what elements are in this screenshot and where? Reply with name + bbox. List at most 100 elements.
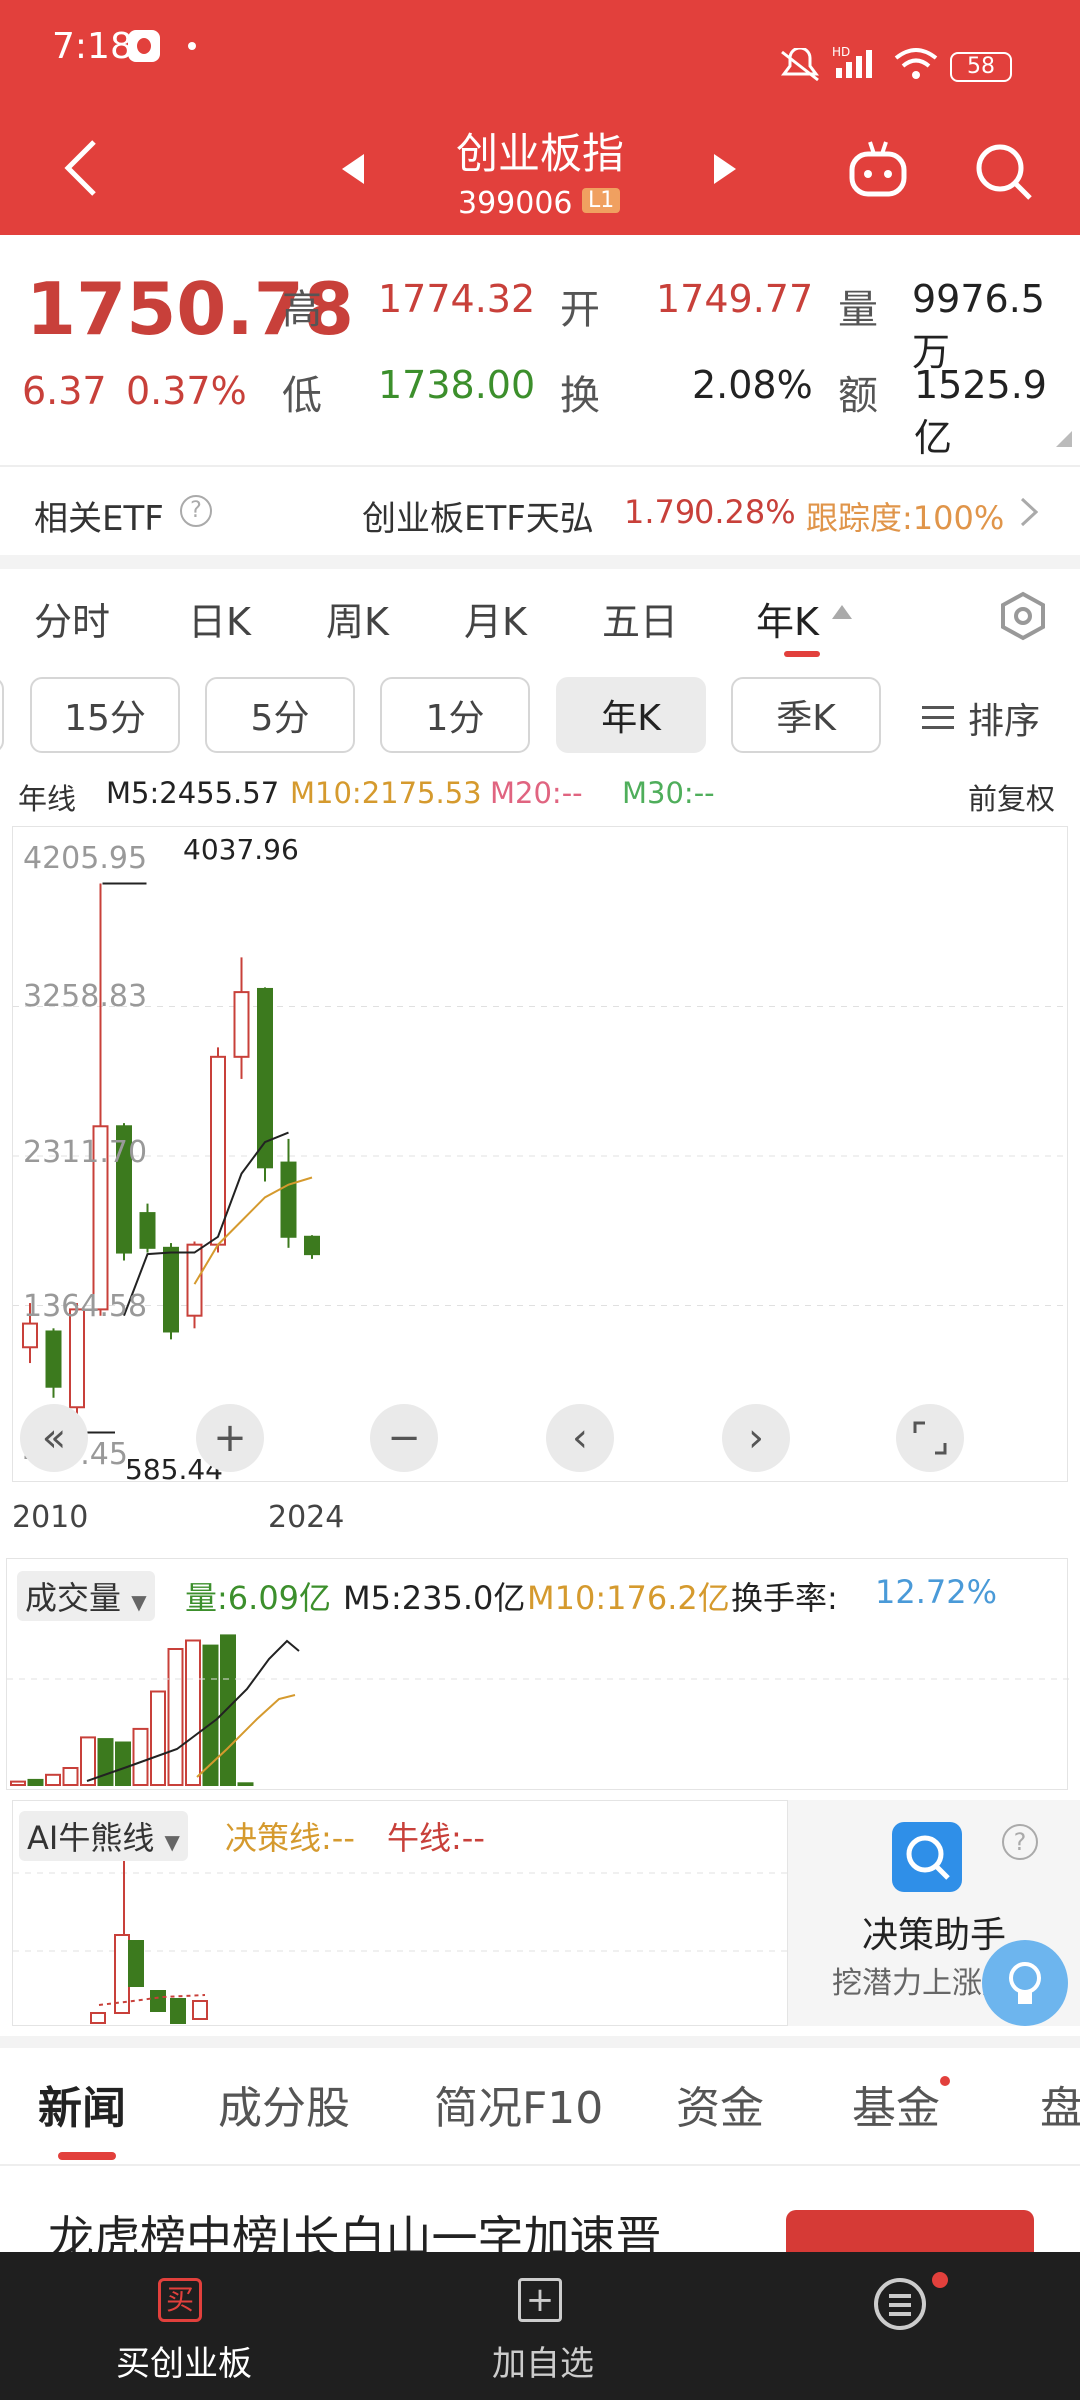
fullscreen-button[interactable]	[896, 1404, 964, 1472]
pill-15min[interactable]: 15分	[30, 677, 180, 753]
candle-body	[69, 1308, 85, 1409]
scroll-left-button[interactable]: ‹	[546, 1404, 614, 1472]
volume-m10: M10:176.2亿	[527, 1579, 730, 1617]
price-change: 6.37	[22, 369, 107, 413]
tab-month-k[interactable]: 月K	[464, 591, 527, 646]
pill-year-k[interactable]: 年K	[556, 677, 706, 753]
pill-5min[interactable]: 5分	[205, 677, 355, 753]
wifi-icon	[894, 48, 938, 79]
svg-text:HD: HD	[832, 45, 850, 59]
y-tick-3: 1364.58	[23, 1289, 148, 1324]
buy-button[interactable]: 买创业板	[116, 2336, 252, 2385]
add-watchlist-button[interactable]: 加自选	[492, 2336, 594, 2385]
robot-icon[interactable]	[846, 138, 910, 202]
sort-button[interactable]: 排序	[922, 692, 1040, 744]
pill-offscreen[interactable]	[0, 677, 4, 753]
ai-selector[interactable]: AI牛熊线 ▼	[19, 1811, 188, 1861]
page-title: 创业板指	[455, 129, 624, 178]
mute-icon	[781, 48, 819, 82]
zoom-in-button[interactable]: +	[196, 1404, 264, 1472]
high-label: 高	[282, 287, 322, 333]
volume-panel[interactable]: 成交量 ▼ 量:6.09亿 M5:235.0亿 M10:176.2亿 换手率: …	[6, 1558, 1069, 1790]
app-notification-icon	[128, 30, 160, 62]
ai-panel[interactable]: AI牛熊线 ▼ 决策线:-- 牛线:--	[12, 1800, 789, 2026]
status-time: 7:18	[52, 26, 133, 67]
candle-body	[280, 1161, 297, 1238]
settings-icon[interactable]	[1000, 591, 1046, 641]
etf-row[interactable]: 相关ETF ? 创业板ETF天弘 1.79 0.28% 跟踪度:100%	[0, 467, 1080, 555]
candle-body	[186, 1243, 203, 1317]
tab-funds[interactable]: 资金	[676, 2072, 764, 2136]
search-icon[interactable]	[974, 142, 1034, 202]
scroll-first-button[interactable]: «	[20, 1404, 88, 1472]
tab-five-day[interactable]: 五日	[602, 591, 678, 646]
lightbulb-icon	[1009, 1962, 1041, 2004]
price-change-pct: 0.37%	[126, 369, 247, 413]
more-menu-icon[interactable]	[872, 2276, 928, 2332]
volume-bar	[185, 1639, 201, 1786]
period-tabs: 分时 日K 周K 月K 五日 年K	[0, 569, 1080, 669]
help-icon[interactable]: ?	[1002, 1824, 1038, 1860]
ai-candle	[150, 1990, 166, 2012]
pill-quarter-k[interactable]: 季K	[731, 677, 881, 753]
etf-tracking: 跟踪度:100%	[806, 499, 1005, 537]
amount-value: 1525.9亿	[914, 363, 1047, 460]
etf-name: 创业板ETF天弘	[362, 499, 594, 539]
ma-legend: 年线 M5:2455.57 M10:2175.53 M20:-- M30:-- …	[0, 772, 1080, 816]
ma10-value: M10:2175.53	[290, 776, 482, 810]
adjust-mode[interactable]: 前复权	[968, 776, 1055, 818]
volume-bar	[150, 1690, 166, 1786]
tab-minute[interactable]: 分时	[34, 591, 110, 646]
zoom-out-button[interactable]: −	[370, 1404, 438, 1472]
next-stock-icon[interactable]	[712, 152, 738, 186]
decision-assistant-card[interactable]: ? 决策助手 挖潜力上涨股	[788, 1800, 1080, 2026]
quote-panel: 1750.78 6.37 0.37% 高 1774.32 开 1749.77 量…	[0, 235, 1080, 465]
ai-candle	[128, 1940, 144, 1987]
y-tick-0: 4205.95	[23, 841, 148, 876]
open-value: 1749.77	[656, 277, 814, 321]
dot-icon	[188, 42, 196, 50]
candle-body	[45, 1330, 62, 1388]
tab-fund[interactable]: 基金	[852, 2072, 940, 2136]
help-icon[interactable]: ?	[180, 495, 212, 527]
tab-news[interactable]: 新闻	[38, 2072, 126, 2136]
dropdown-icon: ▼	[164, 1830, 180, 1854]
tab-f10[interactable]: 简况F10	[434, 2072, 603, 2136]
candle-body	[22, 1322, 38, 1349]
etf-price: 1.79	[624, 493, 696, 531]
turnover-label: 换	[560, 373, 600, 419]
volume-bar	[237, 1782, 254, 1787]
news-tab-indicator	[58, 2152, 116, 2160]
fullscreen-icon	[913, 1421, 947, 1455]
scroll-right-button[interactable]: ›	[722, 1404, 790, 1472]
section-gap	[0, 2036, 1080, 2048]
tab-constituents[interactable]: 成分股	[218, 2072, 350, 2136]
tab-year-k[interactable]: 年K	[756, 591, 819, 646]
candle-body	[304, 1235, 320, 1256]
kline-chart[interactable]: 4205.95 3258.83 2311.70 1364.58 417.45 4…	[12, 826, 1069, 1486]
volume-label: 量	[838, 287, 878, 333]
bottom-bar: 买 买创业板 + 加自选	[0, 2252, 1080, 2400]
kline-svg	[13, 882, 1069, 1434]
volume-bar	[27, 1778, 44, 1786]
volume-bar	[10, 1780, 26, 1787]
lightbulb-button[interactable]	[982, 1940, 1068, 2026]
volume-amount: 量:6.09亿	[185, 1579, 332, 1617]
tab-day-k[interactable]: 日K	[188, 591, 251, 646]
high-value: 1774.32	[378, 277, 536, 321]
ma-label: 年线	[18, 782, 77, 816]
battery-icon: 58	[950, 52, 1012, 82]
volume-bar	[62, 1767, 79, 1786]
assistant-logo-icon	[892, 1822, 962, 1892]
expand-corner-icon[interactable]	[1056, 431, 1072, 447]
volume-selector[interactable]: 成交量 ▼	[17, 1571, 155, 1621]
chevron-right-icon[interactable]	[1020, 497, 1038, 527]
tab-more[interactable]: 盘	[1040, 2072, 1080, 2136]
new-badge-dot	[940, 2076, 950, 2086]
pill-1min[interactable]: 1分	[380, 677, 530, 753]
status-bar: 7:18 HD 58	[0, 0, 1080, 90]
notification-dot	[932, 2272, 948, 2288]
ai-candle	[170, 1998, 186, 2024]
low-value: 1738.00	[378, 363, 536, 407]
tab-week-k[interactable]: 周K	[326, 591, 389, 646]
